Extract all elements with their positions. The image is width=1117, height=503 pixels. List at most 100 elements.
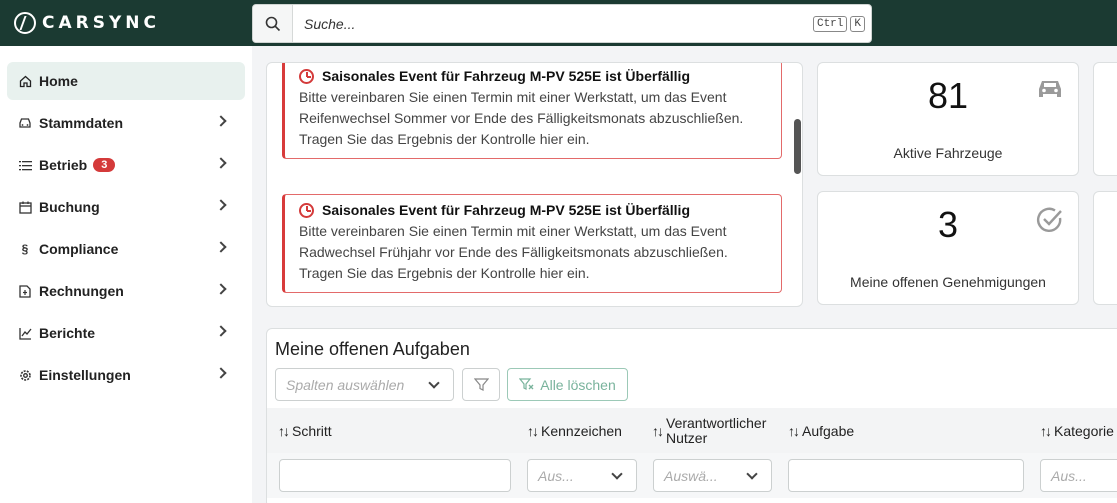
top-bar: CARSYNC Ctrl K — [0, 0, 1117, 46]
sidebar-item-label: Betrieb — [39, 157, 88, 173]
search-shortcut: Ctrl K — [810, 15, 865, 32]
sort-icon: ↑↓ — [527, 422, 539, 439]
open-tasks-panel: Meine offenen Aufgaben Spalten auswählen… — [266, 328, 1117, 503]
sidebar-item-berichte[interactable]: Berichte — [7, 314, 245, 352]
notifications-panel: Saisonales Event für Fahrzeug M-PV 525E … — [266, 62, 803, 307]
chevron-down-icon — [611, 468, 623, 480]
sort-icon: ↑↓ — [1040, 422, 1052, 439]
chevron-right-icon — [215, 157, 227, 169]
shortcut-key-k: K — [850, 15, 865, 32]
column-header-label: Verantwortlicher — [666, 414, 767, 431]
brand-name: CARSYNC — [42, 13, 160, 33]
sidebar-item-label: Home — [39, 73, 78, 89]
sidebar-item-einstellungen[interactable]: Einstellungen — [7, 356, 245, 394]
column-select-placeholder: Spalten auswählen — [286, 377, 405, 393]
car-icon — [1039, 81, 1061, 97]
filter-clear-icon — [519, 378, 534, 390]
sidebar-item-label: Rechnungen — [39, 283, 124, 299]
chevron-right-icon — [215, 325, 227, 337]
filter-dropdown-kennzeichen[interactable]: Aus... — [527, 459, 637, 492]
stat-card-open-approvals[interactable]: 3 Meine offenen Genehmigungen — [817, 191, 1079, 305]
home-icon — [18, 74, 32, 88]
calendar-icon — [18, 200, 32, 214]
filter-icon — [473, 378, 489, 391]
sidebar-item-compliance[interactable]: § Compliance — [7, 230, 245, 268]
logo-mark-icon — [14, 12, 36, 34]
notification-card[interactable]: Saisonales Event für Fahrzeug M-PV 525E … — [282, 194, 782, 293]
column-header-label: Kennzeichen — [541, 422, 622, 439]
notification-title: Saisonales Event für Fahrzeug M-PV 525E … — [322, 202, 690, 218]
car-icon — [18, 116, 32, 130]
filter-row: Aus... Auswä... Aus... — [267, 453, 1117, 498]
sidebar-item-home[interactable]: Home — [7, 62, 245, 100]
sidebar-item-label: Stammdaten — [39, 115, 124, 131]
carsync-logo[interactable]: CARSYNC — [14, 11, 160, 35]
tasks-title: Meine offenen Aufgaben — [275, 339, 470, 359]
chevron-right-icon — [215, 199, 227, 211]
column-header-label: Nutzer — [666, 429, 708, 446]
stat-card-partial[interactable] — [1093, 62, 1117, 176]
column-header-label: Kategorie — [1054, 422, 1114, 439]
search-icon — [265, 16, 280, 31]
clock-icon — [299, 68, 314, 84]
stat-label: Meine offenen Genehmigungen — [850, 274, 1046, 290]
sort-icon: ↑↓ — [278, 422, 290, 439]
sidebar-item-rechnungen[interactable]: Rechnungen — [7, 272, 245, 310]
notification-title: Saisonales Event für Fahrzeug M-PV 525E … — [322, 68, 690, 84]
clear-all-label: Alle löschen — [540, 376, 616, 393]
column-select-dropdown[interactable]: Spalten auswählen — [275, 368, 454, 401]
notification-body: Bitte vereinbaren Sie einen Termin mit e… — [299, 89, 744, 147]
stat-card-partial[interactable] — [1093, 191, 1117, 305]
chevron-right-icon — [215, 115, 227, 127]
chart-icon — [18, 326, 32, 340]
column-header-aufgabe[interactable]: ↑↓ Aufgabe — [788, 408, 854, 453]
column-header-kennzeichen[interactable]: ↑↓ Kennzeichen — [527, 408, 622, 453]
list-icon — [18, 158, 32, 172]
sidebar-item-label: Compliance — [39, 241, 119, 257]
column-header-verantwortlicher-nutzer[interactable]: ↑↓ Verantwortlicher Nutzer — [652, 408, 766, 453]
search-bar: Ctrl K — [252, 4, 872, 43]
filter-placeholder: Auswä... — [664, 468, 718, 484]
column-header-kategorie[interactable]: ↑↓ Kategorie — [1040, 408, 1114, 453]
chevron-right-icon — [215, 283, 227, 295]
chevron-down-icon — [746, 468, 758, 480]
column-header-label: Aufgabe — [802, 422, 855, 439]
search-button[interactable] — [253, 5, 293, 42]
clock-icon — [299, 202, 314, 218]
sidebar-item-stammdaten[interactable]: Stammdaten — [7, 104, 245, 142]
gear-icon — [18, 368, 32, 382]
notification-card[interactable]: Saisonales Event für Fahrzeug M-PV 525E … — [282, 63, 782, 159]
sort-icon: ↑↓ — [652, 422, 664, 439]
sidebar-item-buchung[interactable]: Buchung — [7, 188, 245, 226]
stat-label: Aktive Fahrzeuge — [893, 145, 1003, 161]
chevron-right-icon — [215, 367, 227, 379]
clear-all-button[interactable]: Alle löschen — [507, 368, 628, 401]
filter-input-aufgabe[interactable] — [788, 459, 1024, 492]
filter-button[interactable] — [462, 368, 500, 401]
column-header-schritt[interactable]: ↑↓ Schritt — [278, 408, 332, 453]
table-header: ↑↓ Schritt ↑↓ Kennzeichen ↑↓ Verantwortl… — [267, 408, 1117, 453]
sidebar: Home Stammdaten Betrieb 3 Buchung § Comp… — [0, 46, 252, 503]
chevron-down-icon — [428, 377, 440, 389]
notification-body: Bitte vereinbaren Sie einen Termin mit e… — [299, 223, 728, 281]
check-circle-icon — [1036, 207, 1062, 233]
filter-dropdown-kategorie[interactable]: Aus... — [1040, 459, 1117, 492]
notification-count-badge: 3 — [93, 158, 116, 172]
stat-card-active-vehicles[interactable]: 81 Aktive Fahrzeuge — [817, 62, 1079, 176]
filter-input-schritt[interactable] — [279, 459, 511, 492]
column-header-label: Schritt — [292, 422, 332, 439]
sidebar-item-label: Einstellungen — [39, 367, 131, 383]
invoice-icon — [18, 284, 32, 298]
sidebar-item-label: Berichte — [39, 325, 96, 341]
sidebar-item-betrieb[interactable]: Betrieb 3 — [7, 146, 245, 184]
search-input[interactable] — [293, 15, 810, 32]
filter-placeholder: Aus... — [1051, 468, 1087, 484]
filter-dropdown-verantwortlicher[interactable]: Auswä... — [653, 459, 772, 492]
chevron-right-icon — [215, 241, 227, 253]
sidebar-item-label: Buchung — [39, 199, 100, 215]
section-icon: § — [21, 242, 29, 256]
shortcut-key-ctrl: Ctrl — [812, 15, 848, 32]
filter-placeholder: Aus... — [538, 468, 574, 484]
sort-icon: ↑↓ — [788, 422, 800, 439]
notifications-scrollbar[interactable] — [794, 119, 801, 174]
